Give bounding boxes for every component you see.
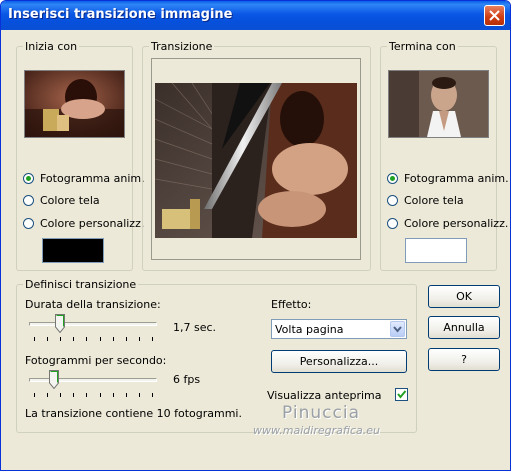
ok-button[interactable]: OK	[428, 285, 500, 308]
transition-preview-image	[154, 82, 357, 238]
effect-select[interactable]: Volta pagina	[271, 319, 407, 339]
slider-tick	[152, 337, 153, 341]
slider-tick	[60, 337, 61, 341]
start-radio-canvas-label: Colore tela	[40, 194, 100, 207]
start-frame-image	[25, 71, 124, 137]
watermark-url: www.maidiregrafica.eu	[253, 424, 380, 437]
window-title: Inserisci transizione immagine	[8, 7, 233, 22]
end-radio-canvas[interactable]	[387, 195, 398, 206]
slider-tick	[100, 337, 101, 341]
chevron-down-icon	[393, 326, 402, 333]
duration-slider[interactable]	[29, 313, 157, 343]
close-button[interactable]	[484, 5, 505, 26]
slider-tick	[60, 393, 61, 397]
end-group: Termina con Fotogramma anim. Colore tela…	[380, 40, 509, 271]
slider-tick	[126, 393, 127, 397]
start-radio-canvas[interactable]	[23, 195, 34, 206]
start-radio-frame[interactable]	[23, 173, 34, 184]
slider-tick	[139, 337, 140, 341]
start-group: Inizia con Fotogramma anim. Colore tela …	[16, 40, 145, 271]
slider-tick	[86, 337, 87, 341]
duration-slider-track	[29, 322, 157, 326]
dialog-window: Inserisci transizione immagine Inizia co…	[0, 0, 511, 471]
transition-group-legend: Transizione	[149, 40, 215, 53]
fps-slider-thumb[interactable]	[49, 370, 59, 389]
effect-label: Effetto:	[271, 298, 312, 311]
title-bar[interactable]: Inserisci transizione immagine	[1, 1, 510, 30]
show-preview-checkbox[interactable]	[395, 388, 408, 401]
end-group-legend: Termina con	[387, 40, 458, 53]
start-color-swatch[interactable]	[42, 238, 104, 263]
duration-value: 1,7 sec.	[173, 321, 217, 334]
slider-tick	[34, 337, 35, 341]
duration-slider-thumb[interactable]	[55, 314, 65, 333]
transition-preview-group: Transizione	[142, 40, 371, 271]
define-group-legend: Definisci transizione	[23, 278, 139, 291]
end-radio-canvas-label: Colore tela	[404, 194, 464, 207]
effect-dropdown-button[interactable]	[390, 321, 405, 337]
slider-tick	[139, 393, 140, 397]
start-group-legend: Inizia con	[23, 40, 80, 53]
fps-value: 6 fps	[173, 373, 201, 386]
end-radio-frame[interactable]	[387, 173, 398, 184]
checkmark-icon	[397, 390, 407, 399]
slider-tick	[86, 393, 87, 397]
end-color-swatch[interactable]	[405, 238, 467, 263]
slider-tick	[73, 393, 74, 397]
duration-label: Durata della transizione:	[25, 298, 161, 311]
start-frame-thumbnail	[24, 70, 125, 138]
close-icon	[489, 10, 500, 21]
slider-tick	[126, 337, 127, 341]
start-radio-custom-label: Colore personalizz.	[40, 217, 145, 230]
slider-tick	[113, 337, 114, 341]
slider-tick	[47, 393, 48, 397]
cancel-button[interactable]: Annulla	[428, 316, 500, 339]
fps-slider[interactable]	[29, 369, 157, 399]
end-radio-custom-label: Colore personalizz.	[404, 217, 509, 230]
slider-tick	[47, 337, 48, 341]
watermark-title: Pinuccia	[282, 403, 360, 423]
slider-tick	[34, 393, 35, 397]
slider-tick	[113, 393, 114, 397]
start-radio-custom[interactable]	[23, 218, 34, 229]
transition-preview	[151, 58, 361, 260]
effect-select-value: Volta pagina	[275, 323, 344, 336]
end-frame-thumbnail	[388, 70, 489, 138]
fps-label: Fotogrammi per secondo:	[25, 354, 167, 367]
end-frame-image	[389, 71, 488, 137]
end-radio-custom[interactable]	[387, 218, 398, 229]
slider-tick	[100, 393, 101, 397]
customize-button[interactable]: Personalizza...	[271, 350, 407, 373]
slider-tick	[152, 393, 153, 397]
start-radio-frame-label: Fotogramma anim.	[40, 172, 145, 185]
end-radio-frame-label: Fotogramma anim.	[404, 172, 509, 185]
frame-count-info: La transizione contiene 10 fotogrammi.	[25, 407, 242, 420]
show-preview-label: Visualizza anteprima	[267, 389, 382, 402]
slider-tick	[73, 337, 74, 341]
help-button[interactable]: ?	[428, 348, 500, 371]
